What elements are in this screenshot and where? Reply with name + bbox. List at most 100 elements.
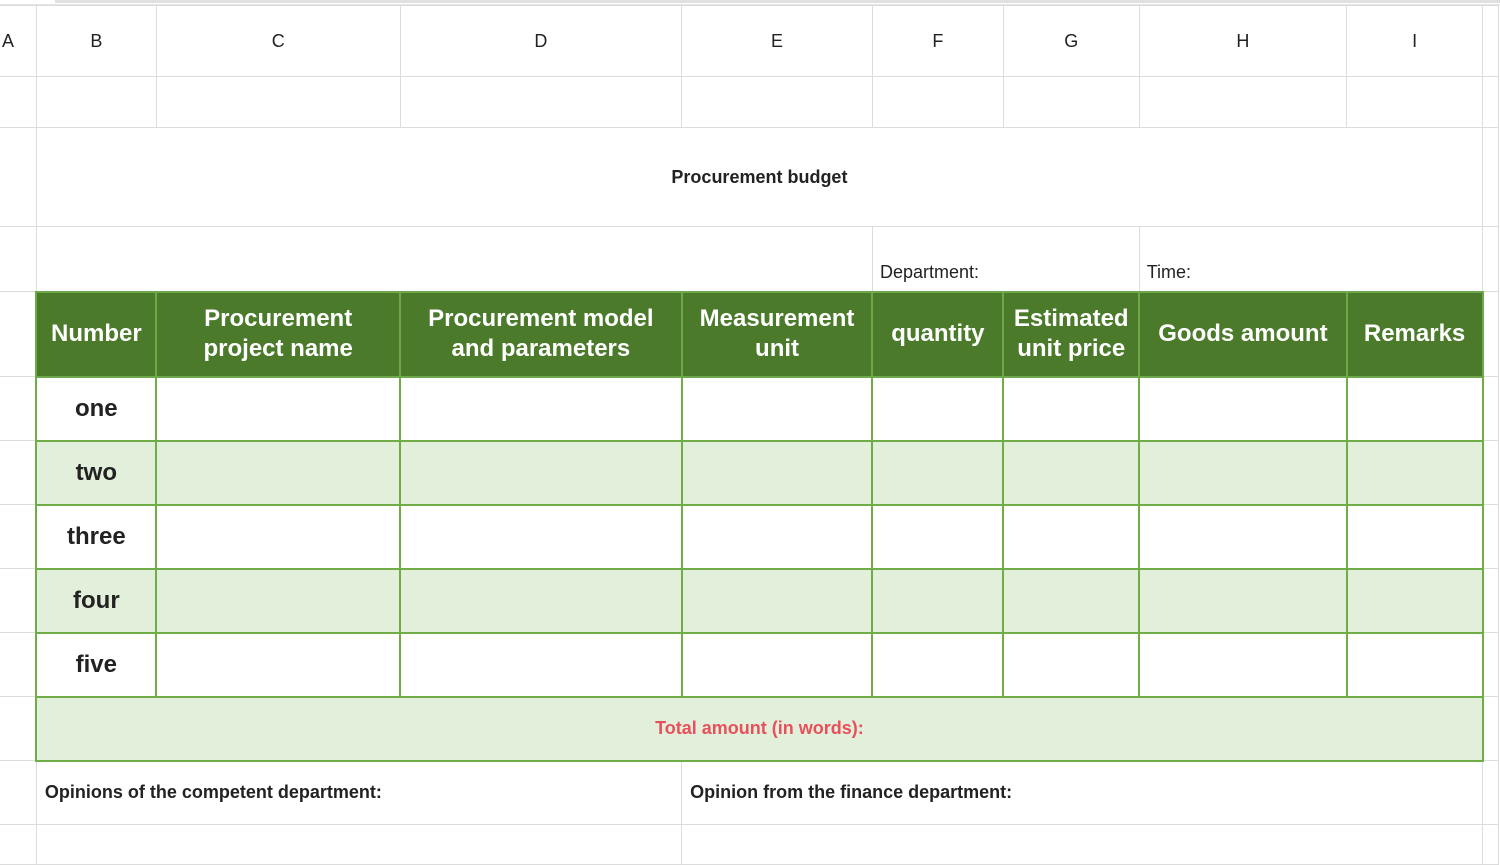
column-header-c[interactable]: C [155, 5, 401, 77]
cell[interactable] [1482, 696, 1499, 761]
cell[interactable] [1002, 503, 1141, 570]
finance-department-opinion[interactable]: Opinion from the finance department: [681, 760, 1483, 825]
competent-department-opinion[interactable]: Opinions of the competent department: [35, 760, 683, 825]
column-header-e[interactable]: E [681, 5, 873, 77]
header-measurement-unit[interactable]: Measurement unit [680, 290, 874, 378]
cell[interactable] [1482, 504, 1499, 569]
cell[interactable] [680, 503, 874, 570]
column-header-h[interactable]: H [1138, 5, 1348, 77]
cell[interactable] [1482, 568, 1499, 633]
column-header-b[interactable]: B [35, 5, 157, 77]
cell[interactable] [1482, 440, 1499, 505]
cell[interactable] [35, 824, 683, 865]
cell[interactable] [155, 631, 402, 698]
cell[interactable] [0, 568, 37, 633]
total-amount-label[interactable]: Total amount (in words): [35, 695, 1484, 762]
cell[interactable] [399, 375, 683, 442]
cell[interactable] [1002, 375, 1141, 442]
cell[interactable] [1138, 503, 1348, 570]
cell[interactable] [399, 439, 683, 506]
cell[interactable] [0, 824, 37, 865]
cell[interactable] [35, 76, 157, 128]
cell[interactable] [1345, 375, 1484, 442]
cell[interactable] [1345, 439, 1484, 506]
cell[interactable] [1482, 824, 1499, 865]
cell[interactable] [871, 439, 1005, 506]
cell[interactable] [1138, 375, 1348, 442]
cell[interactable] [1002, 76, 1140, 128]
header-unit-price[interactable]: Estimated unit price [1002, 290, 1141, 378]
header-number[interactable]: Number [35, 290, 158, 378]
cell[interactable] [1002, 631, 1141, 698]
cell[interactable] [871, 567, 1005, 634]
sheet-title[interactable]: Procurement budget [35, 127, 1484, 227]
cell[interactable] [0, 632, 37, 697]
cell[interactable] [0, 376, 37, 441]
header-quantity[interactable]: quantity [871, 290, 1005, 378]
cell[interactable] [0, 504, 37, 569]
row-number[interactable]: five [35, 631, 158, 698]
cell[interactable] [1482, 76, 1499, 128]
cell[interactable] [1346, 76, 1483, 128]
cell[interactable] [1482, 632, 1499, 697]
table-row: one [0, 375, 1499, 442]
cell[interactable] [155, 503, 402, 570]
cell[interactable] [155, 439, 402, 506]
title-row: Procurement budget [0, 127, 1499, 227]
row-number[interactable]: one [35, 375, 158, 442]
header-project-name[interactable]: Procurement project name [155, 290, 402, 378]
cell[interactable] [0, 226, 37, 292]
cell[interactable] [680, 439, 874, 506]
cell[interactable] [681, 824, 1483, 865]
cell[interactable] [680, 631, 874, 698]
cell[interactable] [1482, 760, 1499, 825]
cell[interactable] [0, 127, 37, 227]
column-header-g[interactable]: G [1002, 5, 1140, 77]
cell[interactable] [155, 375, 402, 442]
cell[interactable] [1002, 567, 1141, 634]
cell[interactable] [1482, 226, 1499, 292]
time-label[interactable]: Time: [1138, 226, 1484, 292]
cell[interactable] [399, 567, 683, 634]
header-model-parameters[interactable]: Procurement model and parameters [399, 290, 683, 378]
cell[interactable] [399, 503, 683, 570]
cell[interactable] [1345, 567, 1484, 634]
cell[interactable] [155, 567, 402, 634]
meta-blank-cell[interactable] [35, 226, 873, 292]
cell[interactable] [1138, 76, 1348, 128]
column-header-d[interactable]: D [399, 5, 683, 77]
cell[interactable] [0, 291, 37, 377]
row-number[interactable]: three [35, 503, 158, 570]
cell[interactable] [399, 631, 683, 698]
column-header-f[interactable]: F [871, 5, 1004, 77]
cell[interactable] [399, 76, 683, 128]
cell[interactable] [0, 760, 37, 825]
cell[interactable] [681, 76, 873, 128]
cell[interactable] [1345, 631, 1484, 698]
cell[interactable] [1138, 439, 1348, 506]
cell[interactable] [155, 76, 401, 128]
cell[interactable] [0, 440, 37, 505]
cell[interactable] [1345, 503, 1484, 570]
cell[interactable] [0, 76, 37, 128]
cell[interactable] [1138, 567, 1348, 634]
cell[interactable] [1002, 439, 1141, 506]
cell[interactable] [871, 631, 1005, 698]
cell[interactable] [1482, 376, 1499, 441]
row-number[interactable]: two [35, 439, 158, 506]
cell[interactable] [0, 696, 37, 761]
row-number[interactable]: four [35, 567, 158, 634]
column-header-i[interactable]: I [1346, 5, 1483, 77]
cell[interactable] [680, 375, 874, 442]
department-label[interactable]: Department: [871, 226, 1140, 292]
cell[interactable] [871, 76, 1004, 128]
cell[interactable] [680, 567, 874, 634]
cell[interactable] [1482, 127, 1499, 227]
cell[interactable] [1482, 291, 1499, 377]
cell[interactable] [1138, 631, 1348, 698]
column-header-a[interactable]: A [0, 5, 37, 77]
header-remarks[interactable]: Remarks [1345, 290, 1484, 378]
cell[interactable] [871, 503, 1005, 570]
cell[interactable] [871, 375, 1005, 442]
header-goods-amount[interactable]: Goods amount [1138, 290, 1348, 378]
